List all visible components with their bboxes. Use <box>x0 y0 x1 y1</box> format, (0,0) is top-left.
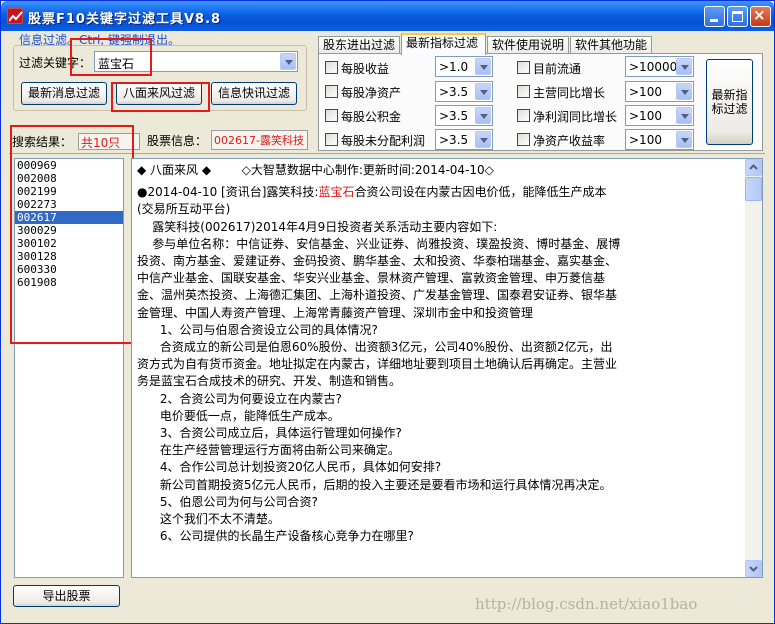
roe-value: >100 <box>629 133 662 147</box>
scroll-up-button[interactable] <box>745 159 762 176</box>
eps-combobox[interactable]: >1.0 <box>435 56 493 77</box>
chevron-down-icon[interactable] <box>676 131 692 148</box>
article-paragraph: 5、伯恩公司为何与公司合资? <box>137 494 318 509</box>
undistributed-profit-combobox[interactable]: >3.5 <box>435 129 493 150</box>
article-paragraph: 参与单位名称：中信证券、安信基金、兴业证券、尚雅投资、璞盈投资、博时基金、展博投… <box>137 236 621 320</box>
chevron-down-icon[interactable] <box>676 58 692 75</box>
capital-reserve-value: >3.5 <box>439 109 469 123</box>
eps-value: >1.0 <box>439 60 469 74</box>
article-paragraph: 电价要低一点，能降低生产成本。 <box>137 408 340 423</box>
chevron-down-icon[interactable] <box>475 83 491 100</box>
navps-checkbox[interactable] <box>325 85 338 98</box>
keyword-highlight-box <box>70 38 152 76</box>
maximize-icon <box>732 11 743 22</box>
article-paragraph: 6、公司提供的长晶生产设备核心竞争力在哪里? <box>137 529 414 544</box>
article-paragraph: 4、合作公司总计划投资20亿人民币，具体如何安排? <box>137 460 442 475</box>
article-paragraphs: 露笑科技(002617)2014年4月9日投资者关系活动主要内容如下: 参与单位… <box>137 219 623 546</box>
revenue-growth-label: 主营同比增长 <box>533 86 606 100</box>
chevron-down-icon[interactable] <box>475 107 491 124</box>
bamian-highlight-box <box>111 82 210 112</box>
navps-value: >3.5 <box>439 85 469 99</box>
article-paragraph: 新公司首期投资5亿元人民币，后期的投入主要还是要看市场和运行具体情况再决定。 <box>137 477 612 492</box>
eps-checkbox[interactable] <box>325 61 338 74</box>
article-content: ◆ 八面来风 ◆ ◇大智慧数据中心制作:更新时间:2014-04-10◇ ●20… <box>137 162 623 545</box>
revenue-growth-value: >100 <box>629 85 662 99</box>
roe-label: 净资产收益率 <box>533 134 606 148</box>
quick-news-filter-button[interactable]: 信息快讯过滤 <box>211 82 297 105</box>
article-paragraph: 在生产经营管理运行方面将由新公司来确定。 <box>137 443 400 458</box>
revenue-growth-combobox[interactable]: >100 <box>625 81 694 102</box>
close-button[interactable]: × <box>750 6 771 27</box>
chevron-down-icon[interactable] <box>280 53 296 70</box>
indicator-filter-button[interactable]: 最新指标过滤 <box>706 59 753 145</box>
article-paragraph: 3、合资公司成立后，具体运行管理如何操作? <box>137 426 402 441</box>
tab-shareholder[interactable]: 股东进出过滤 <box>318 36 400 54</box>
export-stocks-button[interactable]: 导出股票 <box>13 585 120 607</box>
watermark-text: http://blog.csdn.net/xiao1bao <box>475 595 698 613</box>
latest-news-filter-button[interactable]: 最新消息过滤 <box>21 82 107 105</box>
headline-prefix: ●2014-04-10 [资讯台]露笑科技: <box>137 185 319 200</box>
profit-growth-combobox[interactable]: >100 <box>625 105 694 126</box>
scroll-thumb[interactable] <box>745 177 762 201</box>
chevron-down-icon[interactable] <box>676 107 692 124</box>
chevron-down-icon[interactable] <box>475 131 491 148</box>
article-paragraph: 2、合资公司为何要设立在内蒙古? <box>137 391 342 406</box>
undistributed-profit-value: >3.5 <box>439 133 469 147</box>
title-bar[interactable]: 股票F10关键字过滤工具V8.8 × <box>1 1 774 31</box>
undistributed-profit-checkbox[interactable] <box>325 133 338 146</box>
revenue-growth-checkbox[interactable] <box>517 85 530 98</box>
profit-growth-label: 净利润同比增长 <box>533 110 618 124</box>
chevron-down-icon[interactable] <box>475 58 491 75</box>
stock-info-value: 002617-露笑科技 <box>211 130 308 150</box>
profit-growth-checkbox[interactable] <box>517 109 530 122</box>
tab-latest-indicator[interactable]: 最新指标过滤 <box>401 33 486 55</box>
scroll-down-button[interactable] <box>745 560 762 577</box>
capital-reserve-checkbox[interactable] <box>325 109 338 122</box>
capital-reserve-combobox[interactable]: >3.5 <box>435 105 493 126</box>
profit-growth-value: >100 <box>629 109 662 123</box>
window-title: 股票F10关键字过滤工具V8.8 <box>28 12 222 27</box>
capital-reserve-label: 每股公积金 <box>341 110 402 124</box>
tab-other-functions[interactable]: 软件其他功能 <box>570 36 652 54</box>
undistributed-profit-label: 每股未分配利润 <box>341 134 426 148</box>
float-shares-combobox[interactable]: >10000 <box>625 56 694 77</box>
roe-checkbox[interactable] <box>517 133 530 146</box>
article-paragraph: 合资成立的新公司是伯恩60%股份、出资额3亿元，公司40%股份、出资额2亿元，出… <box>137 340 618 389</box>
headline-keyword: 蓝宝石 <box>318 185 355 200</box>
chevron-down-icon <box>749 566 758 572</box>
article-header-right: ◇大智慧数据中心制作:更新时间:2014-04-10◇ <box>241 163 494 177</box>
chevron-down-icon[interactable] <box>676 83 692 100</box>
article-paragraph: 这个我们不太不清楚。 <box>137 512 280 527</box>
roe-combobox[interactable]: >100 <box>625 129 694 150</box>
article-paragraph: 露笑科技(002617)2014年4月9日投资者关系活动主要内容如下: <box>137 219 498 234</box>
navps-combobox[interactable]: >3.5 <box>435 81 493 102</box>
minimize-icon <box>710 19 718 22</box>
app-chart-icon <box>7 8 23 24</box>
maximize-button[interactable] <box>727 6 748 27</box>
main-window: 股票F10关键字过滤工具V8.8 × 信息过滤。Ctrl, 键强制退出。 过滤关… <box>0 0 775 624</box>
stock-info-label: 股票信息： <box>147 134 208 148</box>
close-icon: × <box>753 6 766 24</box>
article-header-left: ◆ 八面来风 ◆ <box>137 163 212 177</box>
tab-usage[interactable]: 软件使用说明 <box>487 36 569 54</box>
vertical-scrollbar[interactable] <box>745 159 762 577</box>
navps-label: 每股净资产 <box>341 86 402 100</box>
minimize-button[interactable] <box>704 6 725 27</box>
indicator-panel: 每股收益 >1.0 每股净资产 >3.5 每股公积金 >3.5 每股未分配利润 … <box>318 53 763 151</box>
eps-label: 每股收益 <box>341 62 390 76</box>
float-shares-label: 目前流通 <box>533 62 582 76</box>
article-paragraph: 1、公司与伯恩合资设立公司的具体情况? <box>137 322 378 337</box>
chevron-up-icon <box>749 164 758 170</box>
float-shares-value: >10000 <box>629 60 678 74</box>
results-highlight-box <box>10 125 134 344</box>
float-shares-checkbox[interactable] <box>517 61 530 74</box>
article-textarea[interactable]: ◆ 八面来风 ◆ ◇大智慧数据中心制作:更新时间:2014-04-10◇ ●20… <box>131 158 763 578</box>
